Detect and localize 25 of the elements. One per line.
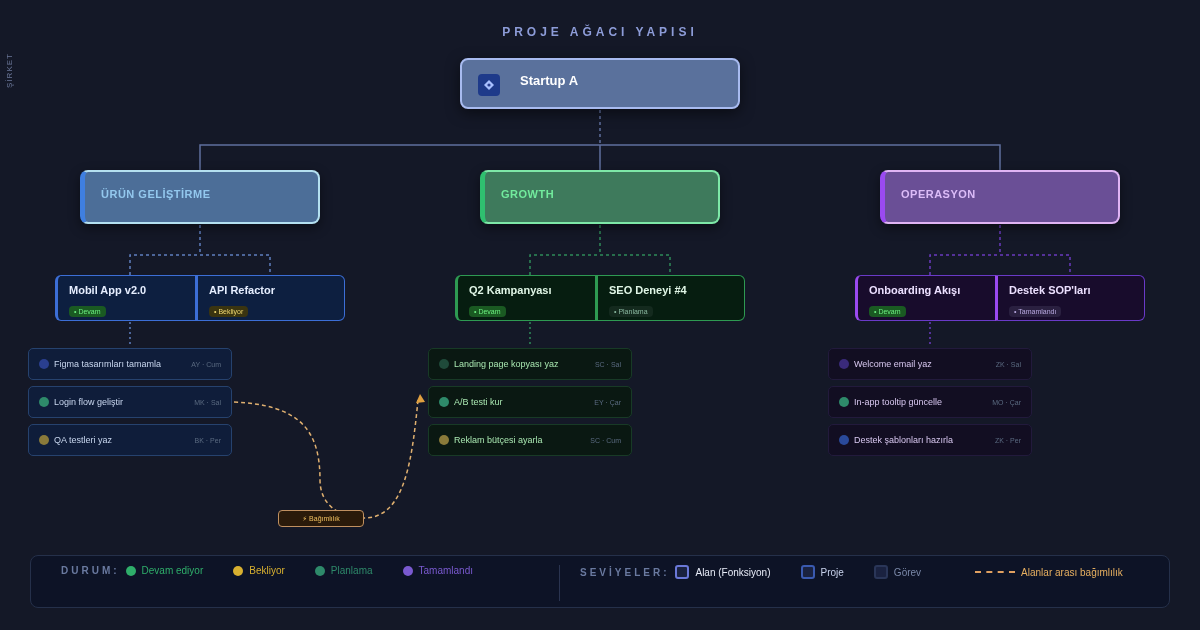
side-label: ŞİRKET — [4, 53, 14, 88]
legend-label: Bekliyor — [249, 565, 285, 576]
legend-title: SEVİYELER: — [580, 566, 670, 578]
diagram-title: PROJE AĞACI YAPISI — [501, 25, 699, 39]
task-title: Login flow geliştir — [54, 397, 125, 407]
task-title: Destek şablonları hazırla — [854, 435, 955, 445]
legend-label: Planlama — [330, 565, 373, 576]
legend-label: Alan (Fonksiyon) — [695, 566, 771, 578]
legend-title: DURUM: — [61, 565, 120, 576]
task-title: Reklam bütçesi ayarla — [454, 435, 544, 445]
task-title: In-app tooltip güncelle — [854, 397, 944, 407]
area-node[interactable]: OPERASYON — [880, 170, 1120, 224]
task-title: Welcome email yaz — [854, 359, 933, 369]
dashed-line-icon — [975, 571, 1016, 573]
task-title: QA testleri yaz — [54, 435, 114, 445]
legend-label: Proje — [820, 566, 844, 578]
legend-label: Görev — [893, 566, 922, 578]
legend-label: Alanlar arası bağımlılık — [1021, 566, 1123, 578]
task-title: Figma tasarımları tamamla — [54, 359, 163, 369]
task-title: A/B testi kur — [454, 397, 504, 407]
legend-label: Tamamlandı — [418, 565, 473, 576]
root-node[interactable]: Startup A — [460, 58, 740, 109]
task-title: Landing page kopyası yaz — [454, 359, 560, 369]
node-title: Startup A — [520, 73, 579, 88]
legend-label: Devam ediyor — [141, 565, 204, 576]
